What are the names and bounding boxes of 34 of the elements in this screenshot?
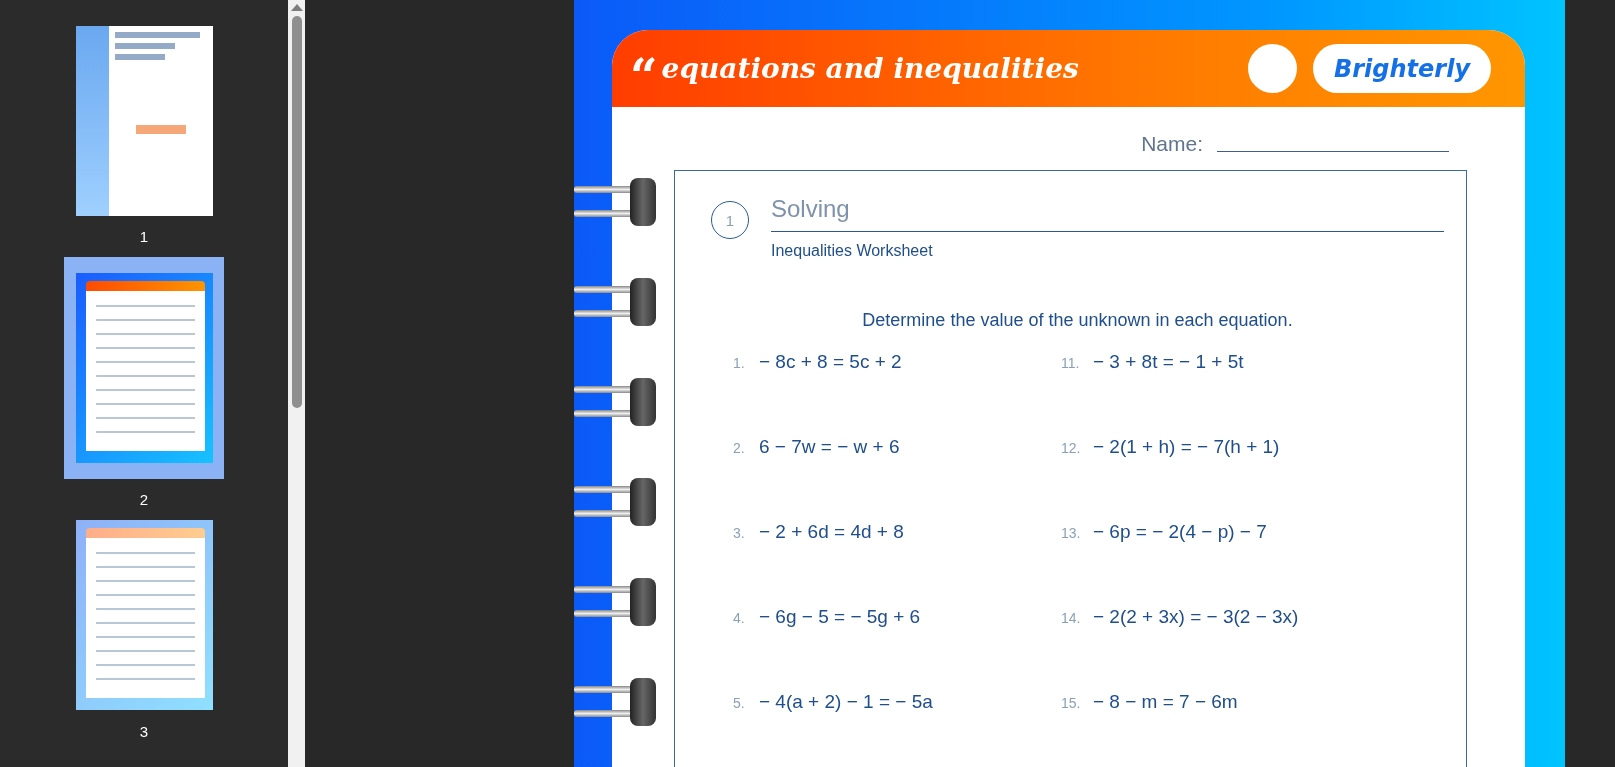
problem-number: 14. <box>1061 610 1082 626</box>
worksheet-title: equations and inequalities <box>661 52 1079 85</box>
quote-mark: “ <box>630 51 658 100</box>
problem-number: 13. <box>1061 525 1082 541</box>
equation: − 8c + 8 = 5c + 2 <box>759 351 902 373</box>
section-title: Solving <box>771 195 1444 232</box>
equation: 6 − 7w = − w + 6 <box>759 436 900 458</box>
problem-number: 11. <box>1061 355 1081 371</box>
equation: − 8 − m = 7 − 6m <box>1093 691 1238 713</box>
section-subtitle: Inequalities Worksheet <box>771 242 934 260</box>
instruction-text: Determine the value of the unknown in each equation. <box>861 310 1294 331</box>
scrollbar-thumb[interactable] <box>291 16 302 408</box>
name-label: Name: <box>1141 132 1203 156</box>
equation: − 6p = − 2(4 − p) − 7 <box>1093 521 1267 543</box>
problem-number: 2. <box>733 440 746 456</box>
equation: − 4(a + 2) − 1 = − 5a <box>759 691 933 713</box>
equation: − 2(1 + h) = − 7(h + 1) <box>1093 436 1280 458</box>
page-thumbnail[interactable] <box>64 257 224 480</box>
problem-number: 1. <box>733 355 746 371</box>
problem-number: 3. <box>733 525 746 541</box>
problem-number: 12. <box>1061 440 1082 456</box>
equation: − 6g − 5 = − 5g + 6 <box>759 606 921 628</box>
page-number: 2 <box>139 491 149 509</box>
page-number: 1 <box>139 228 149 245</box>
equation: − 2(2 + 3x) = − 3(2 − 3x) <box>1093 606 1299 628</box>
problem-number: 15. <box>1061 695 1082 711</box>
problem-number: 4. <box>733 610 746 626</box>
equation: − 2 + 6d = 4d + 8 <box>759 521 904 543</box>
logo: Brighterly <box>1313 44 1491 93</box>
problem-number: 5. <box>733 695 746 711</box>
circle-icon <box>1248 44 1297 93</box>
page-number: 3 <box>139 722 149 740</box>
equation: − 3 + 8t = − 1 + 5t <box>1093 351 1244 373</box>
scrollbar[interactable] <box>288 0 305 767</box>
